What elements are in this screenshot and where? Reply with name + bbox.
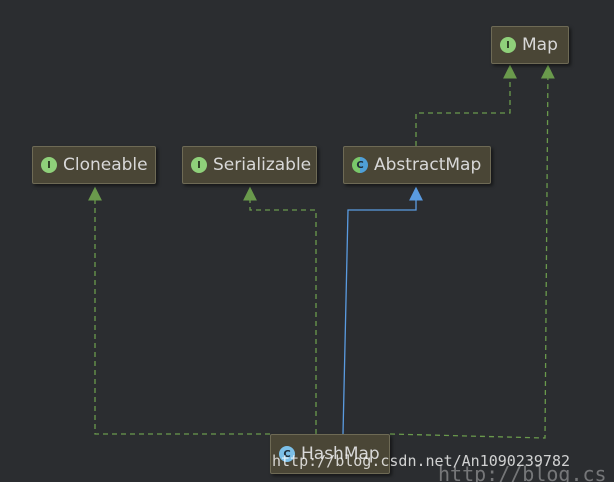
node-map-label: Map: [522, 35, 558, 55]
edge-hashmap-implements-cloneable: [88, 186, 270, 435]
node-hashmap[interactable]: C HashMap: [270, 434, 390, 474]
node-cloneable-label: Cloneable: [63, 155, 148, 175]
interface-icon: I: [500, 37, 516, 53]
edge-hashmap-extends-abstractmap: [342, 186, 423, 435]
edge-hashmap-implements-map: [389, 64, 555, 439]
interface-icon: I: [191, 157, 207, 173]
abstract-class-icon: C: [352, 157, 368, 173]
interface-icon: I: [41, 157, 57, 173]
uml-diagram-canvas: I Map I Cloneable I Serializable C Abstr…: [0, 0, 614, 482]
node-abstractmap[interactable]: C AbstractMap: [343, 146, 491, 184]
node-map[interactable]: I Map: [491, 26, 569, 64]
edge-abstractmap-implements-map: [415, 64, 517, 146]
edge-hashmap-implements-serializable: [243, 186, 317, 434]
class-icon: C: [279, 446, 295, 462]
node-cloneable[interactable]: I Cloneable: [32, 146, 156, 184]
node-abstractmap-label: AbstractMap: [374, 155, 482, 175]
relationship-edges: [88, 64, 555, 439]
node-hashmap-label: HashMap: [301, 444, 380, 464]
node-serializable-label: Serializable: [213, 155, 312, 175]
node-serializable[interactable]: I Serializable: [182, 146, 317, 184]
